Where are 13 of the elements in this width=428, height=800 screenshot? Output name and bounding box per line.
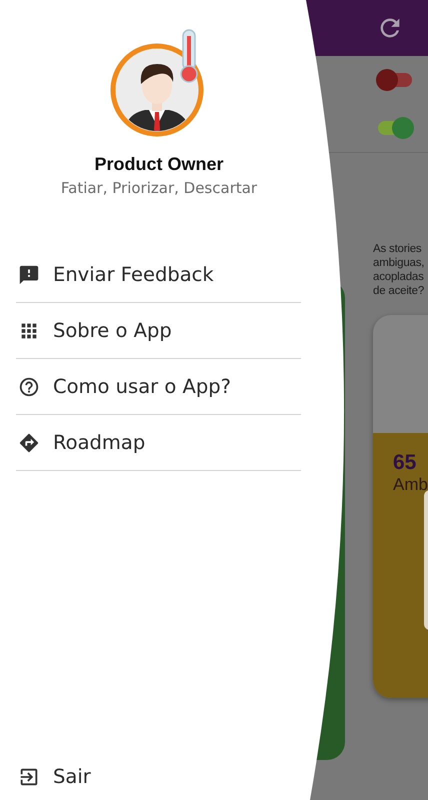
profile-subtitle: Fatiar, Priorizar, Descartar bbox=[60, 179, 258, 197]
help-icon bbox=[18, 376, 40, 398]
directions-icon bbox=[18, 432, 40, 454]
score-label: Amb bbox=[393, 475, 428, 495]
feedback-icon bbox=[18, 264, 40, 286]
logout-item[interactable]: Sair bbox=[0, 765, 390, 800]
menu-item[interactable]: Sobre o App bbox=[16, 303, 301, 359]
menu-item[interactable]: Como usar o App? bbox=[16, 359, 301, 415]
menu-item[interactable]: Enviar Feedback bbox=[16, 247, 301, 303]
profile-title: Product Owner bbox=[94, 154, 224, 175]
menu-item[interactable]: Roadmap bbox=[16, 415, 301, 471]
score-value: 65 bbox=[393, 451, 418, 475]
question-text: As stories ambiguas, acopladas de aceite? bbox=[373, 242, 424, 298]
